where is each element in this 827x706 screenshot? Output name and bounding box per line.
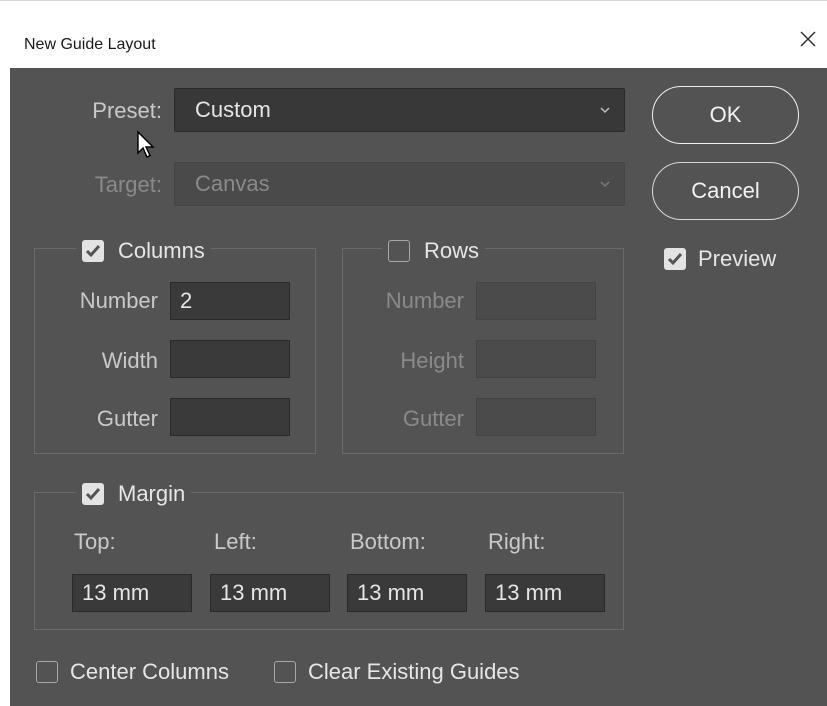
preset-label: Preset: [92,98,162,123]
title-bar: New Guide Layout [0,0,827,68]
rows-height-field[interactable] [476,340,596,378]
checkmark-icon [667,253,683,266]
preview-label: Preview [698,246,777,271]
margin-bottom-field[interactable]: 13 mm [347,574,467,612]
preview-checkbox[interactable] [664,248,686,270]
margin-top-field[interactable]: 13 mm [72,574,192,612]
columns-checkbox[interactable] [82,240,104,262]
clear-guides-checkbox[interactable] [274,661,296,683]
margin-label: Margin [118,481,186,506]
rows-number-label: Number [385,288,464,313]
columns-width-label: Width [101,348,158,373]
window-title: New Guide Layout [24,36,156,53]
rows-checkbox[interactable] [388,240,410,262]
rows-gutter-field[interactable] [476,398,596,436]
rows-label: Rows [424,238,480,263]
rows-number-field[interactable] [476,282,596,320]
target-value: Canvas [195,171,270,196]
margin-top-label: Top: [74,529,116,554]
margin-checkbox[interactable] [82,483,104,505]
checkmark-icon [85,488,101,501]
columns-gutter-label: Gutter [96,406,158,431]
center-columns-label: Center Columns [70,659,229,684]
columns-number-label: Number [79,288,158,313]
chevron-down-icon [600,181,610,188]
rows-height-label: Height [400,348,464,373]
close-icon[interactable] [796,27,820,51]
preset-dropdown[interactable]: Custom [174,88,625,132]
clear-guides-label: Clear Existing Guides [308,659,520,684]
columns-legend[interactable]: Columns [76,236,211,266]
margin-legend[interactable]: Margin [76,479,192,509]
center-columns-option[interactable]: Center Columns [36,659,229,685]
margin-bottom-label: Bottom: [350,529,426,554]
margin-left-field[interactable]: 13 mm [210,574,330,612]
ok-button[interactable]: OK [652,86,799,144]
target-dropdown[interactable]: Canvas [174,162,625,206]
checkmark-icon [85,245,101,258]
target-label: Target: [94,172,162,197]
columns-gutter-field[interactable] [170,398,290,436]
preset-value: Custom [195,97,271,122]
columns-width-field[interactable] [170,340,290,378]
columns-label: Columns [118,238,205,263]
rows-gutter-label: Gutter [402,406,464,431]
margin-right-field[interactable]: 13 mm [485,574,605,612]
preview-option[interactable]: Preview [664,246,776,272]
margin-right-label: Right: [488,529,546,554]
chevron-down-icon [600,107,610,114]
rows-legend[interactable]: Rows [382,236,486,266]
dialog-body: Preset: Custom Target: Canvas Columns Nu… [10,68,827,706]
center-columns-checkbox[interactable] [36,661,58,683]
mouse-pointer-icon [137,130,155,158]
margin-left-label: Left: [214,529,257,554]
cancel-button[interactable]: Cancel [652,162,799,220]
columns-number-field[interactable]: 2 [170,282,290,320]
clear-existing-guides-option[interactable]: Clear Existing Guides [274,659,520,685]
